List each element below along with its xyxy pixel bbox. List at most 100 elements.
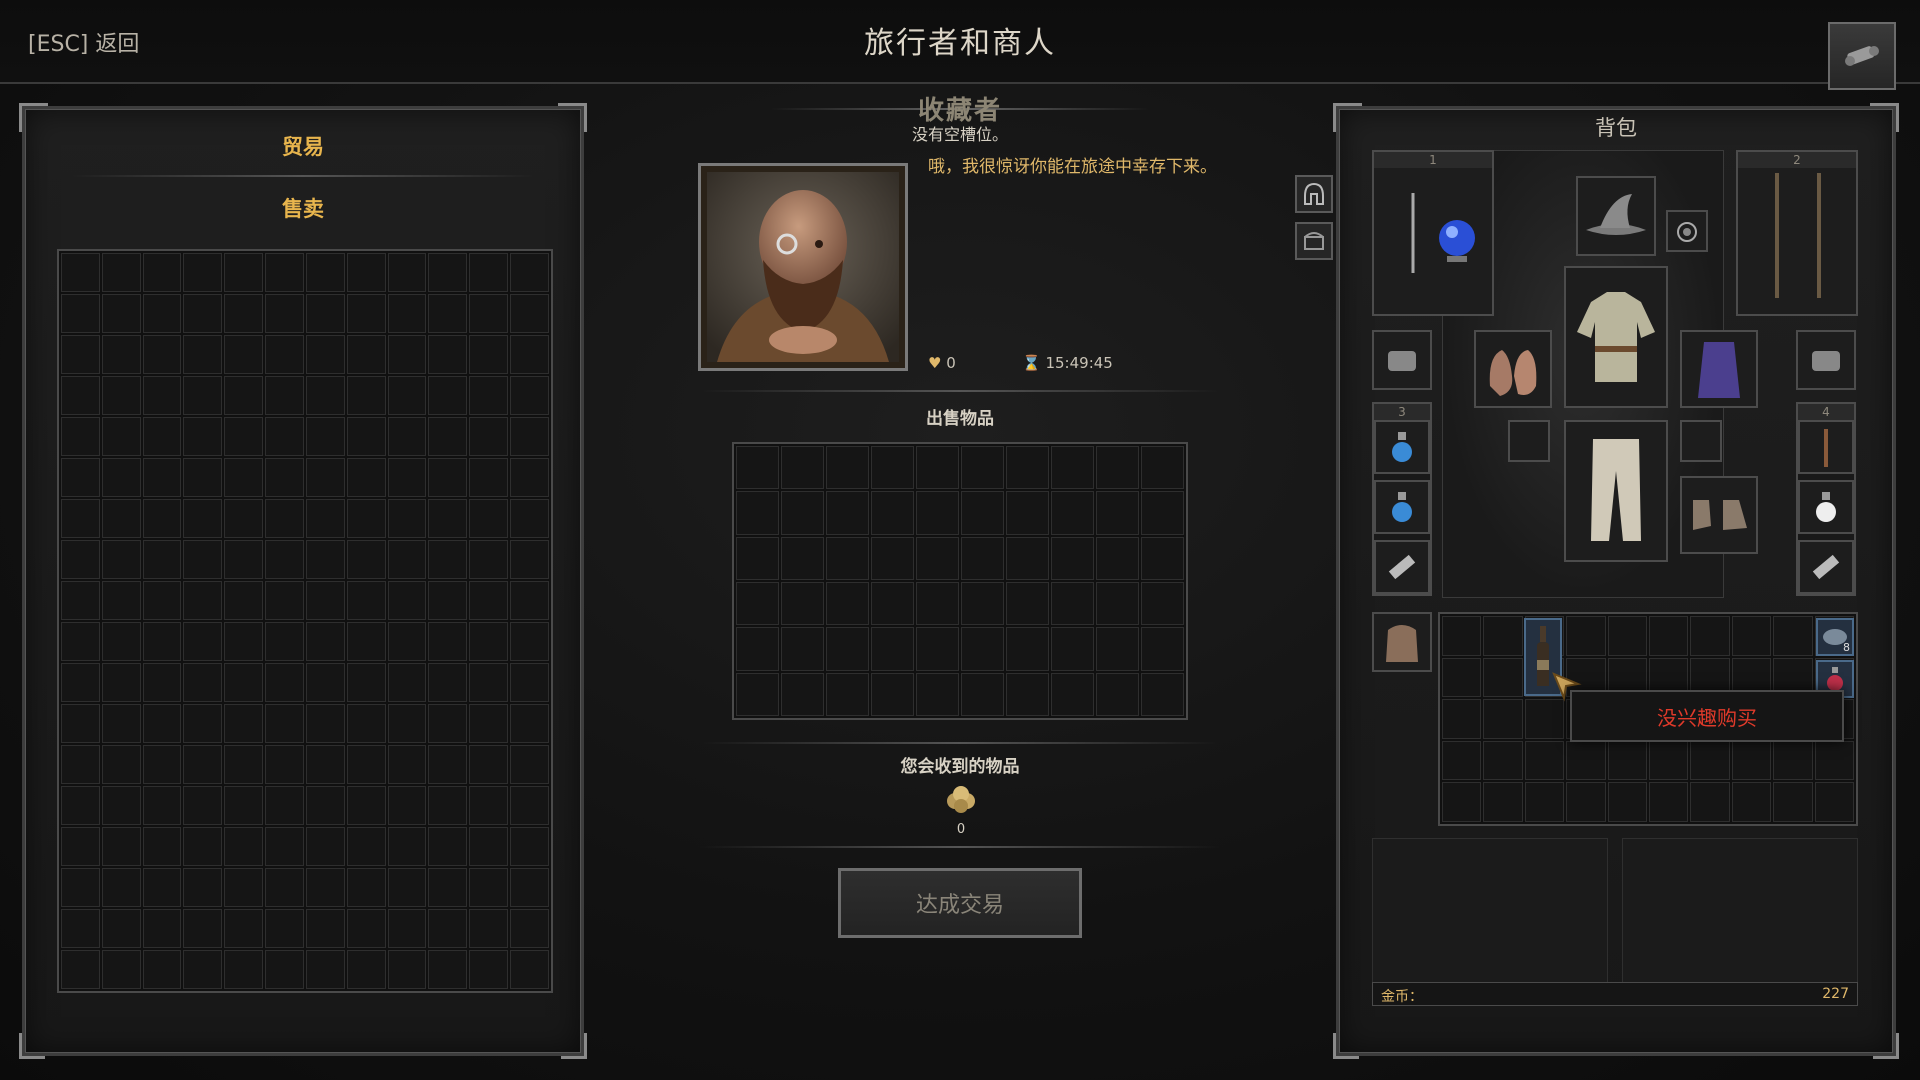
grid-cell[interactable] [346, 376, 386, 415]
grid-cell[interactable] [1051, 446, 1094, 490]
grid-cell[interactable] [1006, 446, 1049, 490]
grid-cell[interactable] [871, 672, 914, 716]
grid-cell[interactable] [916, 536, 959, 580]
grid-cell[interactable] [387, 294, 427, 333]
grid-cell[interactable] [826, 627, 869, 671]
grid-cell[interactable] [961, 581, 1004, 626]
grid-cell[interactable] [265, 253, 304, 292]
belt-slot[interactable] [1374, 540, 1430, 594]
chest-slot[interactable] [1564, 266, 1668, 408]
grid-cell[interactable] [183, 745, 223, 784]
grid-cell[interactable] [346, 786, 386, 825]
grid-cell[interactable] [101, 786, 141, 825]
grid-cell[interactable] [305, 950, 345, 989]
filter-armor-button[interactable] [1295, 175, 1333, 213]
grid-cell[interactable] [61, 868, 100, 907]
grid-cell[interactable] [305, 458, 345, 497]
grid-cell[interactable] [265, 294, 304, 333]
grid-cell[interactable] [61, 335, 100, 374]
grid-cell[interactable] [142, 786, 182, 825]
grid-cell[interactable] [346, 581, 386, 620]
grid-cell[interactable] [1442, 657, 1482, 698]
grid-cell[interactable] [1731, 782, 1772, 822]
grid-cell[interactable] [1483, 616, 1523, 656]
grid-cell[interactable] [183, 868, 223, 907]
grid-cell[interactable] [305, 581, 345, 620]
grid-cell[interactable] [142, 335, 182, 374]
grid-cell[interactable] [428, 581, 468, 620]
grid-cell[interactable] [736, 672, 779, 716]
grid-cell[interactable] [469, 376, 509, 415]
grid-cell[interactable] [101, 622, 141, 661]
grid-cell[interactable] [183, 458, 223, 497]
grid-cell[interactable] [736, 536, 779, 580]
grid-cell[interactable] [428, 786, 468, 825]
grid-cell[interactable] [428, 868, 468, 907]
grid-cell[interactable] [428, 950, 468, 989]
grid-cell[interactable] [1773, 782, 1813, 822]
grid-cell[interactable] [387, 950, 427, 989]
gloves-slot[interactable] [1474, 330, 1552, 408]
belt-slot[interactable] [1798, 480, 1854, 534]
grid-cell[interactable] [736, 491, 779, 535]
merchant-inventory-grid[interactable] [57, 249, 553, 993]
grid-cell[interactable] [469, 909, 509, 948]
grid-cell[interactable] [142, 704, 182, 743]
grid-cell[interactable] [1814, 782, 1854, 822]
grid-cell[interactable] [265, 458, 304, 497]
grid-cell[interactable] [1051, 627, 1094, 671]
grid-cell[interactable] [183, 786, 223, 825]
grid-cell[interactable] [265, 909, 304, 948]
grid-cell[interactable] [224, 909, 264, 948]
grid-cell[interactable] [1051, 536, 1094, 580]
grid-cell[interactable] [346, 950, 386, 989]
grid-cell[interactable] [224, 417, 264, 456]
grid-cell[interactable] [61, 581, 100, 620]
grid-cell[interactable] [871, 581, 914, 626]
grid-cell[interactable] [183, 827, 223, 866]
grid-cell[interactable] [1442, 699, 1482, 739]
grid-cell[interactable] [781, 627, 824, 671]
grid-cell[interactable] [142, 581, 182, 620]
grid-cell[interactable] [183, 663, 223, 702]
grid-cell[interactable] [101, 335, 141, 374]
grid-cell[interactable] [916, 627, 959, 671]
grid-cell[interactable] [346, 745, 386, 784]
grid-cell[interactable] [346, 294, 386, 333]
grid-cell[interactable] [61, 499, 100, 538]
grid-cell[interactable] [183, 499, 223, 538]
grid-cell[interactable] [1649, 740, 1689, 781]
grid-cell[interactable] [305, 499, 345, 538]
grid-cell[interactable] [387, 458, 427, 497]
grid-cell[interactable] [265, 663, 304, 702]
grid-cell[interactable] [1006, 627, 1049, 671]
grid-cell[interactable] [101, 745, 141, 784]
grid-cell[interactable] [1649, 782, 1689, 822]
grid-cell[interactable] [101, 909, 141, 948]
grid-cell[interactable] [1773, 740, 1813, 781]
grid-cell[interactable] [469, 458, 509, 497]
grid-cell[interactable] [1483, 740, 1523, 781]
grid-cell[interactable] [101, 827, 141, 866]
grid-cell[interactable] [346, 540, 386, 579]
grid-cell[interactable] [183, 376, 223, 415]
grid-cell[interactable] [469, 868, 509, 907]
grid-cell[interactable] [142, 294, 182, 333]
grid-cell[interactable] [305, 909, 345, 948]
grid-cell[interactable] [1607, 740, 1647, 781]
make-deal-button[interactable]: 达成交易 [838, 868, 1082, 938]
grid-cell[interactable] [510, 745, 549, 784]
grid-cell[interactable] [428, 499, 468, 538]
grid-cell[interactable] [305, 868, 345, 907]
grid-cell[interactable] [1566, 616, 1606, 656]
grid-cell[interactable] [387, 622, 427, 661]
grid-cell[interactable] [346, 663, 386, 702]
filter-chest-button[interactable] [1295, 222, 1333, 260]
grid-cell[interactable] [469, 540, 509, 579]
grid-cell[interactable] [224, 950, 264, 989]
grid-cell[interactable] [265, 376, 304, 415]
grid-cell[interactable] [1690, 616, 1730, 656]
grid-cell[interactable] [387, 827, 427, 866]
grid-cell[interactable] [1814, 740, 1854, 781]
grid-cell[interactable] [224, 622, 264, 661]
